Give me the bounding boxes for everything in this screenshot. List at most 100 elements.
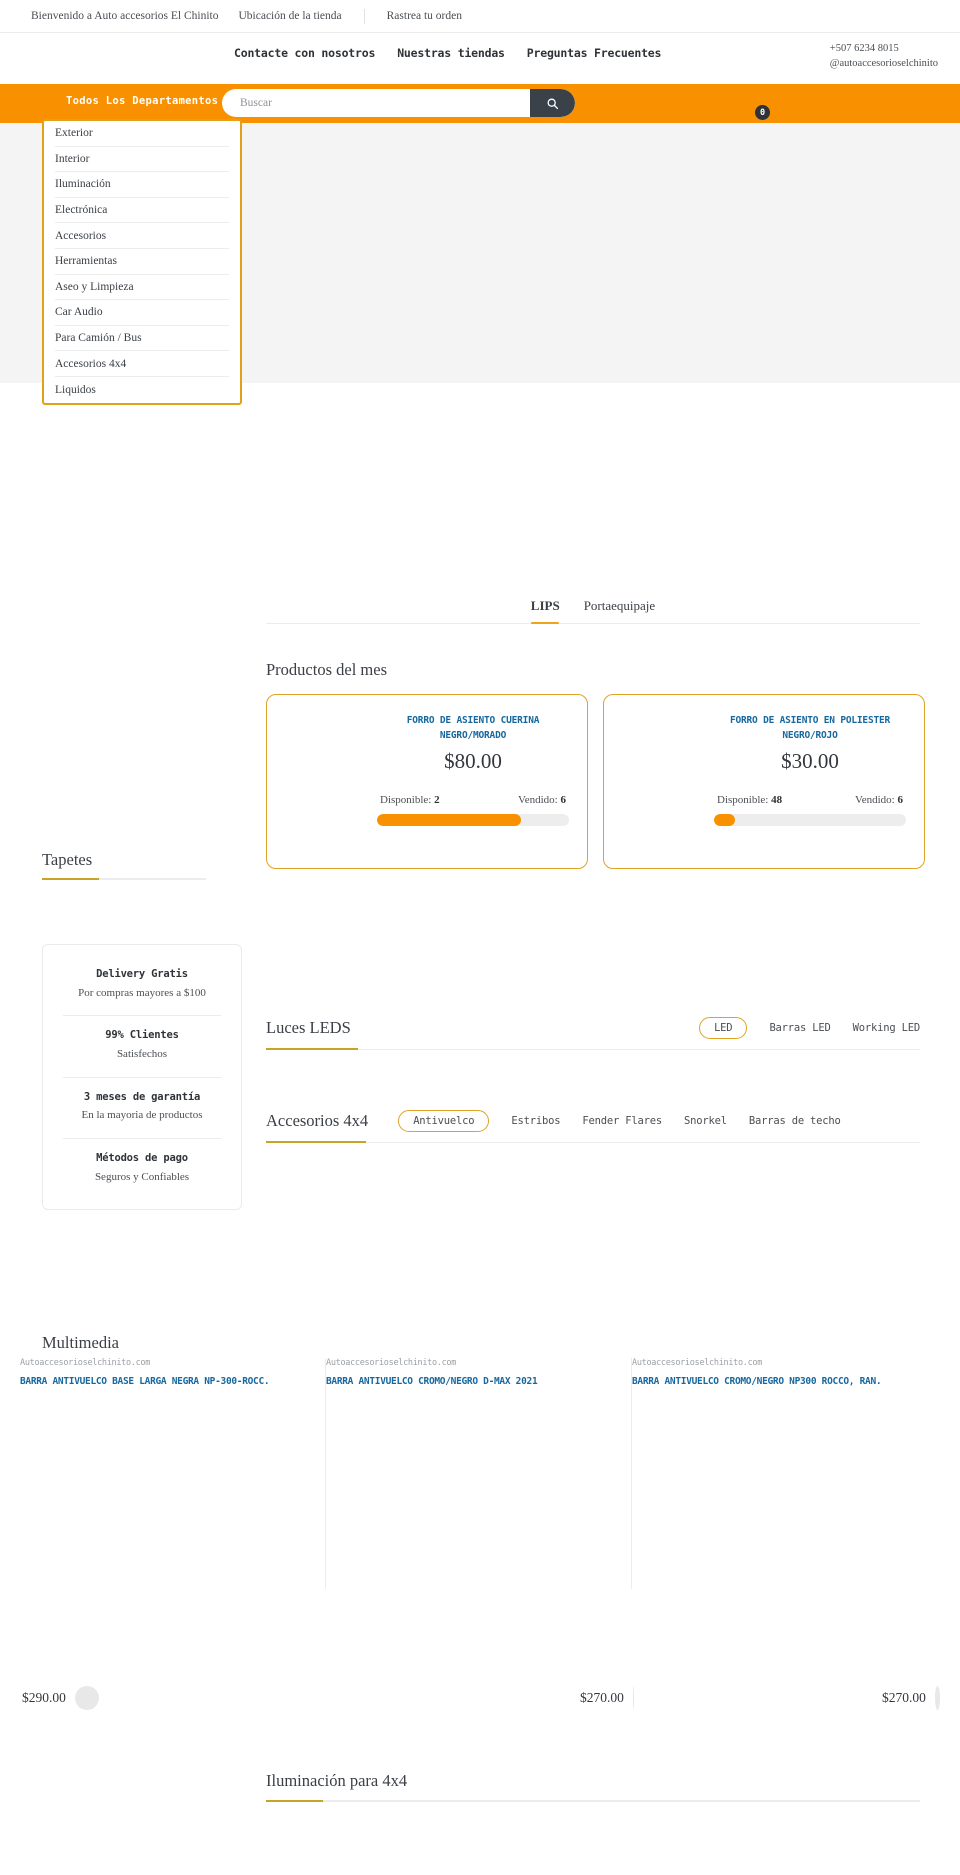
filter-antivuelco[interactable]: Antivuelco: [398, 1110, 490, 1132]
item-price: $270.00: [882, 1690, 926, 1705]
product-stock-stats: Disponible: 48 Vendido: 6: [714, 794, 906, 806]
multimedia-prices: $290.00 $270.00 $270.00: [20, 1686, 940, 1710]
multimedia-item[interactable]: Autoaccesorioselchinito.com BARRA ANTIVU…: [326, 1358, 632, 1589]
benefit-title: 99% Clientes: [105, 1029, 179, 1042]
benefit-title: Métodos de pago: [96, 1151, 188, 1164]
multimedia-item[interactable]: Autoaccesorioselchinito.com BARRA ANTIVU…: [20, 1358, 326, 1589]
available-stat: Disponible: 48: [717, 794, 783, 807]
tapetes-underline: [42, 878, 206, 880]
item-image-placeholder: [20, 1389, 313, 1589]
multimedia-item[interactable]: Autoaccesorioselchinito.com BARRA ANTIVU…: [632, 1358, 938, 1589]
item-image-placeholder: [632, 1389, 926, 1589]
store-location-link[interactable]: Ubicación de la tienda: [238, 10, 341, 22]
filter-barras-de-techo[interactable]: Barras de techo: [749, 1115, 841, 1127]
dept-item-liquidos[interactable]: Liquidos: [55, 377, 229, 403]
phone-number[interactable]: +507 6234 8015: [830, 41, 938, 56]
dept-item-electronica[interactable]: Electrónica: [55, 198, 229, 224]
luces-leds-title: Luces LEDS: [266, 1018, 351, 1037]
iluminacion-4x4-underline: [266, 1800, 920, 1802]
benefit-payment: Métodos de pago Seguros y Confiables: [63, 1139, 221, 1191]
item-site: Autoaccesorioselchinito.com: [632, 1358, 763, 1368]
benefit-clients: 99% Clientes Satisfechos: [63, 1016, 221, 1078]
stock-progress-track: [714, 814, 906, 827]
stock-progress-fill: [377, 814, 521, 827]
item-title[interactable]: BARRA ANTIVUELCO CROMO/NEGRO NP300 ROCCO…: [632, 1376, 926, 1389]
departments-toggle[interactable]: Todos Los Departamentos: [66, 95, 218, 107]
filter-fender-flares[interactable]: Fender Flares: [582, 1115, 662, 1127]
search-input[interactable]: [222, 89, 530, 117]
filter-led[interactable]: LED: [699, 1017, 748, 1039]
main-navigation: Contacte con nosotros Nuestras tiendas P…: [234, 46, 661, 60]
iluminacion-4x4-section-header: Iluminación para 4x4: [266, 1771, 920, 1802]
benefit-subtitle: Por compras mayores a $100: [78, 986, 206, 999]
filter-barras-led[interactable]: Barras LED: [769, 1022, 830, 1034]
search-icon: [547, 98, 559, 109]
page-root: Bienvenido a Auto accesorios El Chinito …: [0, 0, 960, 1875]
product-price: $30.00: [781, 749, 839, 774]
productos-del-mes-title: Productos del mes: [266, 660, 387, 679]
multimedia-grid: Autoaccesorioselchinito.com BARRA ANTIVU…: [20, 1358, 940, 1589]
filter-working-led[interactable]: Working LED: [853, 1022, 921, 1034]
accesorios-4x4-underline: [266, 1141, 366, 1143]
product-card-content: FORRO DE ASIENTO EN POLIESTER NEGRO/ROJO…: [714, 714, 906, 827]
stock-progress-track: [377, 814, 569, 827]
departments-menu: Exterior Interior Iluminación Electrónic…: [42, 119, 242, 405]
sold-stat: Vendido: 6: [855, 794, 903, 807]
dept-item-aseo-limpieza[interactable]: Aseo y Limpieza: [55, 275, 229, 301]
nav-item-tiendas[interactable]: Nuestras tiendas: [397, 46, 505, 60]
item-title[interactable]: BARRA ANTIVUELCO BASE LARGA NEGRA NP-300…: [20, 1376, 313, 1389]
price-cell: $270.00: [324, 1686, 634, 1710]
item-site: Autoaccesorioselchinito.com: [326, 1358, 457, 1368]
dept-item-herramientas[interactable]: Herramientas: [55, 249, 229, 275]
search-box: [222, 89, 575, 117]
product-of-month-card[interactable]: FORRO DE ASIENTO CUERINA NEGRO/MORADO $8…: [266, 694, 588, 869]
tab-lips[interactable]: LIPS: [531, 598, 560, 614]
benefit-subtitle: En la mayoria de productos: [81, 1109, 203, 1122]
tapetes-section-header: Tapetes: [42, 850, 206, 880]
tapetes-title: Tapetes: [42, 850, 93, 869]
dept-item-interior[interactable]: Interior: [55, 147, 229, 173]
dept-item-camion-bus[interactable]: Para Camión / Bus: [55, 326, 229, 352]
product-tabs: LIPS Portaequipaje: [266, 598, 920, 624]
benefit-delivery: Delivery Gratis Por compras mayores a $1…: [63, 963, 221, 1017]
product-card-content: FORRO DE ASIENTO CUERINA NEGRO/MORADO $8…: [377, 714, 569, 827]
benefit-subtitle: Satisfechos: [116, 1048, 168, 1060]
cart-count-badge[interactable]: 0: [755, 105, 770, 120]
sold-stat: Vendido: 6: [518, 794, 566, 807]
social-handle[interactable]: @autoaccesorioselchinito: [830, 56, 938, 71]
benefit-subtitle: Seguros y Confiables: [94, 1170, 190, 1183]
filter-snorkel[interactable]: Snorkel: [684, 1115, 727, 1127]
product-stock-stats: Disponible: 2 Vendido: 6: [377, 794, 569, 806]
benefit-title: 3 meses de garantía: [83, 1090, 201, 1103]
available-stat: Disponible: 2: [380, 794, 440, 807]
dept-item-accesorios-4x4[interactable]: Accesorios 4x4: [55, 351, 229, 377]
dept-item-accesorios[interactable]: Accesorios: [55, 223, 229, 249]
item-price: $270.00: [580, 1690, 624, 1705]
accesorios-4x4-title: Accesorios 4x4: [266, 1111, 369, 1130]
dept-item-car-audio[interactable]: Car Audio: [55, 300, 229, 326]
item-site: Autoaccesorioselchinito.com: [20, 1358, 151, 1368]
productos-del-mes-cards: FORRO DE ASIENTO CUERINA NEGRO/MORADO $8…: [266, 694, 925, 869]
search-button[interactable]: [530, 89, 575, 117]
iluminacion-4x4-title: Iluminación para 4x4: [266, 1771, 408, 1790]
stock-progress-fill: [714, 814, 736, 827]
benefit-warranty: 3 meses de garantía En la mayoria de pro…: [63, 1078, 221, 1139]
item-title[interactable]: BARRA ANTIVUELCO CROMO/NEGRO D-MAX 2021: [326, 1376, 619, 1389]
accesorios-4x4-section-header: Accesorios 4x4 Antivuelco Estribos Fende…: [266, 1110, 920, 1143]
nav-item-contacte[interactable]: Contacte con nosotros: [234, 46, 375, 60]
filter-estribos[interactable]: Estribos: [511, 1115, 560, 1127]
dept-item-exterior[interactable]: Exterior: [55, 121, 229, 147]
product-name: FORRO DE ASIENTO EN POLIESTER NEGRO/ROJO: [729, 715, 891, 741]
nav-item-faq[interactable]: Preguntas Frecuentes: [527, 46, 662, 60]
dept-item-iluminacion[interactable]: Iluminación: [55, 172, 229, 198]
welcome-message: Bienvenido a Auto accesorios El Chinito: [31, 10, 219, 22]
add-to-cart-icon[interactable]: [74, 1686, 99, 1710]
multimedia-title: Multimedia: [42, 1333, 119, 1352]
product-name: FORRO DE ASIENTO CUERINA NEGRO/MORADO: [406, 715, 540, 741]
track-order-link[interactable]: Rastrea tu orden: [387, 10, 462, 22]
price-cell: $270.00: [634, 1686, 940, 1710]
product-of-month-card[interactable]: FORRO DE ASIENTO EN POLIESTER NEGRO/ROJO…: [603, 694, 925, 869]
add-to-cart-icon[interactable]: [934, 1686, 940, 1710]
tab-portaequipaje[interactable]: Portaequipaje: [584, 598, 655, 614]
benefit-title: Delivery Gratis: [96, 968, 188, 980]
